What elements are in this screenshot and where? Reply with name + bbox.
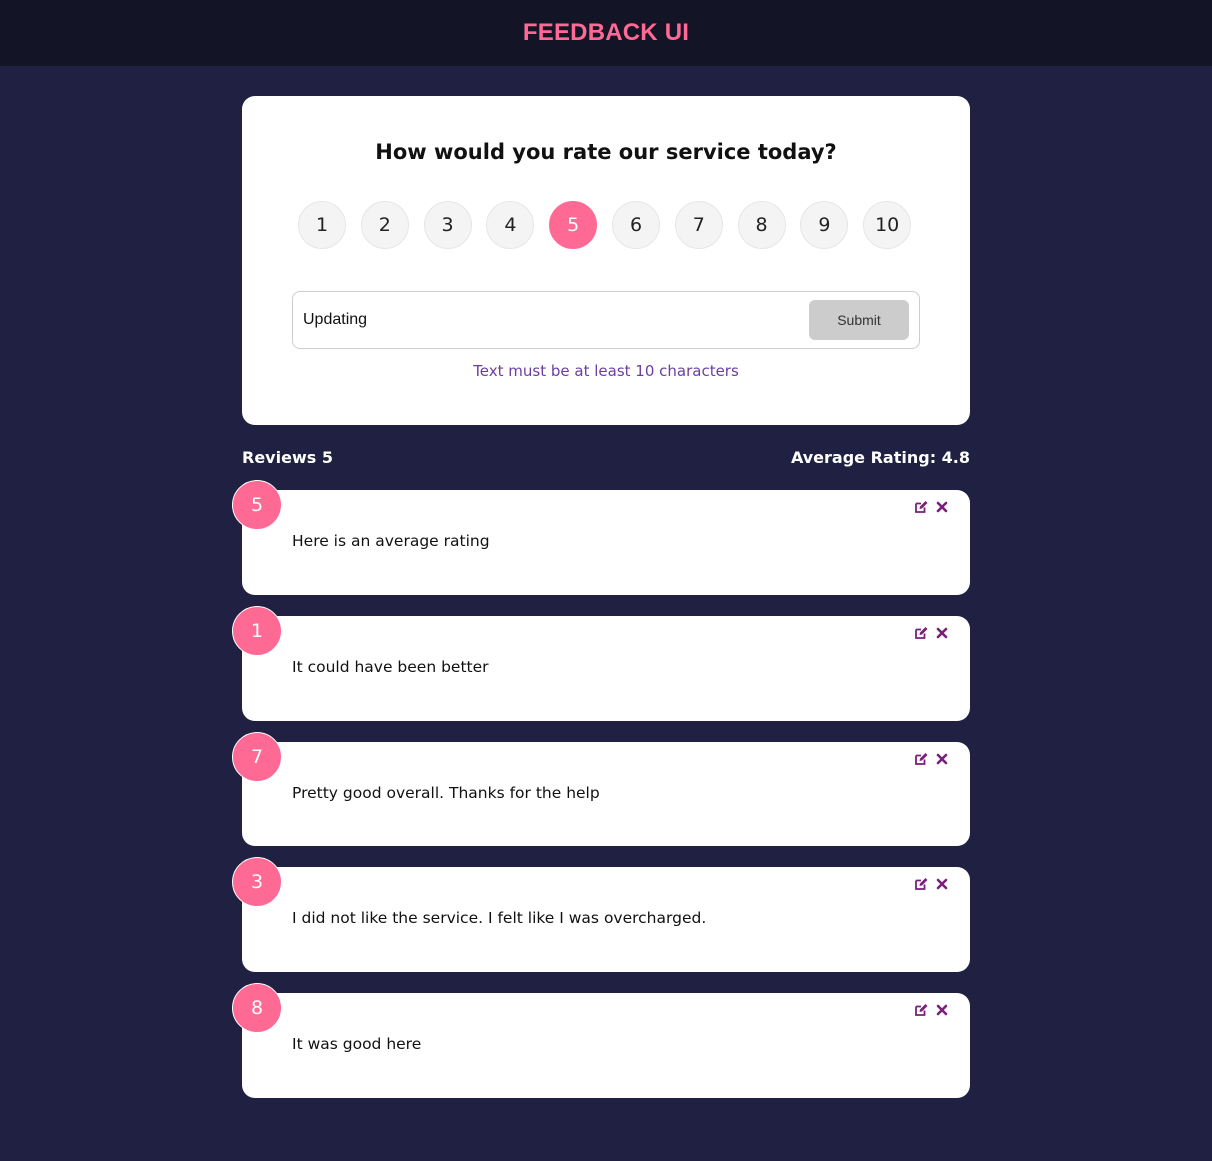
feedback-text: Pretty good overall. Thanks for the help (292, 784, 600, 802)
feedback-rating-badge: 5 (232, 480, 282, 530)
rating-option-9[interactable]: 9 (800, 201, 849, 249)
feedback-rating-badge: 1 (232, 606, 282, 656)
reviews-count: Reviews 5 (242, 448, 333, 467)
feedback-rating-badge: 8 (232, 983, 282, 1033)
app-header: FEEDBACK UI (0, 0, 1212, 66)
feedback-item: 1 It could have been better (232, 606, 970, 721)
close-icon[interactable] (934, 751, 950, 767)
feedback-actions (908, 876, 950, 892)
submit-button[interactable]: Submit (809, 300, 909, 340)
rating-select: 1 2 3 4 5 6 7 8 9 10 (298, 201, 926, 249)
rating-option-2[interactable]: 2 (360, 201, 409, 249)
app-title: FEEDBACK UI (522, 19, 690, 46)
edit-icon[interactable] (913, 876, 929, 892)
feedback-text: It was good here (292, 1035, 422, 1053)
feedback-actions (908, 499, 950, 515)
edit-icon[interactable] (913, 625, 929, 641)
close-icon[interactable] (934, 625, 950, 641)
edit-icon[interactable] (913, 499, 929, 515)
rating-option-1[interactable]: 1 (298, 201, 346, 249)
feedback-text: It could have been better (292, 658, 489, 676)
feedback-text: I did not like the service. I felt like … (292, 909, 707, 927)
feedback-text: Here is an average rating (292, 532, 490, 550)
rating-option-7[interactable]: 7 (674, 201, 723, 249)
close-icon[interactable] (934, 1002, 950, 1018)
rating-option-6[interactable]: 6 (611, 201, 660, 249)
close-icon[interactable] (934, 876, 950, 892)
feedback-list: 5 Here is an average rating 1 It could h… (232, 480, 970, 1098)
rating-option-5[interactable]: 5 (549, 201, 598, 249)
feedback-rating-badge: 7 (232, 732, 282, 782)
edit-icon[interactable] (913, 1002, 929, 1018)
feedback-item: 3 I did not like the service. I felt lik… (232, 857, 970, 972)
feedback-actions (908, 625, 950, 641)
rating-option-10[interactable]: 10 (863, 201, 912, 249)
review-text-input[interactable] (293, 299, 809, 341)
feedback-item: 7 Pretty good overall. Thanks for the he… (232, 732, 970, 846)
close-icon[interactable] (934, 499, 950, 515)
feedback-item: 8 It was good here (232, 983, 970, 1098)
form-question: How would you rate our service today? (375, 140, 837, 164)
review-input-group: Submit (292, 291, 920, 349)
validation-message: Text must be at least 10 characters (473, 362, 739, 380)
rating-option-8[interactable]: 8 (737, 201, 786, 249)
feedback-form-card: How would you rate our service today? 1 … (242, 96, 970, 425)
feedback-item: 5 Here is an average rating (232, 480, 970, 595)
feedback-actions (908, 751, 950, 767)
feedback-actions (908, 1002, 950, 1018)
average-rating: Average Rating: 4.8 (790, 448, 970, 467)
main-container: How would you rate our service today? 1 … (232, 96, 970, 1098)
rating-option-4[interactable]: 4 (486, 201, 535, 249)
edit-icon[interactable] (913, 751, 929, 767)
rating-option-3[interactable]: 3 (423, 201, 472, 249)
feedback-stats: Reviews 5 Average Rating: 4.8 (242, 448, 970, 468)
feedback-rating-badge: 3 (232, 857, 282, 907)
